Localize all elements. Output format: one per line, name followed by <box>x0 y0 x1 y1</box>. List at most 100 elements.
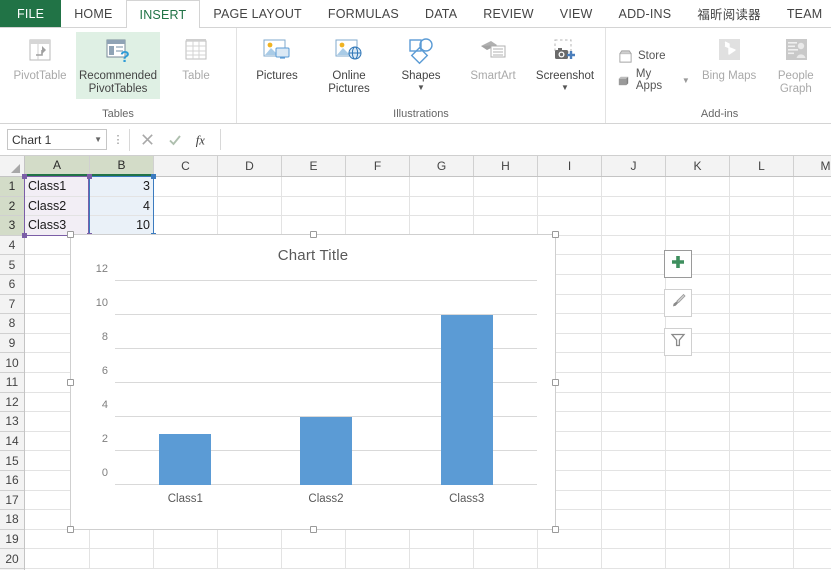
vertical-dots-icon[interactable]: ⋮ <box>107 133 129 146</box>
cell-H1[interactable] <box>474 177 538 197</box>
cell-K15[interactable] <box>666 451 730 471</box>
cell-M15[interactable] <box>794 451 831 471</box>
cell-M8[interactable] <box>794 314 831 334</box>
cell-I3[interactable] <box>538 216 602 236</box>
chart-elements-button[interactable] <box>664 250 692 278</box>
row-header-17[interactable]: 17 <box>0 491 24 511</box>
cell-L4[interactable] <box>730 235 794 256</box>
cell-A1[interactable]: Class1 <box>25 177 90 197</box>
cell-H3[interactable] <box>474 216 538 236</box>
cell-C1[interactable] <box>154 177 218 197</box>
chart-resize-handle[interactable] <box>552 231 559 238</box>
cell-J1[interactable] <box>602 177 666 197</box>
ribbon-tab--[interactable]: 福昕阅读器 <box>684 0 774 27</box>
ribbon-tab-formulas[interactable]: FORMULAS <box>315 0 412 27</box>
cell-E1[interactable] <box>282 177 346 197</box>
cell-K18[interactable] <box>666 510 730 530</box>
cell-K13[interactable] <box>666 412 730 432</box>
my-apps-dropdown-caret[interactable]: ▼ <box>682 76 690 85</box>
cell-F19[interactable] <box>346 529 410 550</box>
selection-handle[interactable] <box>151 174 156 179</box>
cell-J19[interactable] <box>602 529 666 550</box>
cell-M9[interactable] <box>794 334 831 354</box>
cell-F2[interactable] <box>346 196 410 217</box>
chart-filters-button[interactable] <box>664 328 692 356</box>
cell-L5[interactable] <box>730 255 794 275</box>
shapes-dropdown-caret[interactable]: ▼ <box>417 84 425 92</box>
insert-function-icon[interactable]: fx <box>190 129 216 150</box>
pivottable-button[interactable]: PivotTable <box>4 32 76 86</box>
row-header-7[interactable]: 7 <box>0 295 24 315</box>
row-header-6[interactable]: 6 <box>0 275 24 295</box>
column-header-L[interactable]: L <box>730 156 794 176</box>
column-header-F[interactable]: F <box>346 156 410 176</box>
column-header-K[interactable]: K <box>666 156 730 176</box>
column-header-D[interactable]: D <box>218 156 282 176</box>
chart-resize-handle[interactable] <box>310 526 317 533</box>
cell-C20[interactable] <box>154 549 218 569</box>
chart-object[interactable]: Chart Title 0 2 4 6 8 10 12 Class1 Class2 Class3 <box>67 231 559 533</box>
cell-M2[interactable] <box>794 197 831 217</box>
cell-A2[interactable]: Class2 <box>25 196 90 217</box>
ribbon-tab-add-ins[interactable]: ADD-INS <box>606 0 685 27</box>
row-header-10[interactable]: 10 <box>0 353 24 373</box>
cell-J14[interactable] <box>602 431 666 452</box>
cell-M5[interactable] <box>794 255 831 275</box>
name-box[interactable]: Chart 1 ▼ <box>7 129 107 150</box>
cell-K17[interactable] <box>666 490 730 511</box>
formula-input[interactable] <box>220 129 831 150</box>
selection-handle[interactable] <box>22 233 27 238</box>
cell-G19[interactable] <box>410 529 474 550</box>
cell-E20[interactable] <box>282 549 346 569</box>
cell-L1[interactable] <box>730 177 794 197</box>
cell-I2[interactable] <box>538 196 602 217</box>
column-header-E[interactable]: E <box>282 156 346 176</box>
cell-K14[interactable] <box>666 431 730 452</box>
cell-K16[interactable] <box>666 470 730 491</box>
cell-I20[interactable] <box>538 549 602 569</box>
chart-resize-handle[interactable] <box>310 231 317 238</box>
chart-resize-handle[interactable] <box>552 526 559 533</box>
cell-M3[interactable] <box>794 216 831 236</box>
column-header-C[interactable]: C <box>154 156 218 176</box>
screenshot-dropdown-caret[interactable]: ▼ <box>561 84 569 92</box>
cell-M10[interactable] <box>794 353 831 373</box>
chart-resize-handle[interactable] <box>552 379 559 386</box>
chart-bars[interactable] <box>115 281 537 485</box>
column-header-I[interactable]: I <box>538 156 602 176</box>
cell-J9[interactable] <box>602 333 666 354</box>
cell-J12[interactable] <box>602 392 666 413</box>
cell-L10[interactable] <box>730 353 794 373</box>
cell-M14[interactable] <box>794 432 831 452</box>
cell-J2[interactable] <box>602 196 666 217</box>
cell-E2[interactable] <box>282 196 346 217</box>
row-header-4[interactable]: 4 <box>0 236 24 256</box>
cell-K11[interactable] <box>666 372 730 393</box>
cell-C19[interactable] <box>154 529 218 550</box>
cell-H20[interactable] <box>474 549 538 569</box>
screenshot-button[interactable]: Screenshot ▼ <box>529 32 601 94</box>
column-header-M[interactable]: M <box>794 156 831 176</box>
cell-I1[interactable] <box>538 177 602 197</box>
cell-M17[interactable] <box>794 491 831 511</box>
cell-D1[interactable] <box>218 177 282 197</box>
cell-J15[interactable] <box>602 451 666 471</box>
cell-L20[interactable] <box>730 549 794 569</box>
cell-M12[interactable] <box>794 393 831 413</box>
cell-J18[interactable] <box>602 510 666 530</box>
cell-G1[interactable] <box>410 177 474 197</box>
cell-M20[interactable] <box>794 549 831 569</box>
cell-L7[interactable] <box>730 294 794 315</box>
ribbon-tab-team[interactable]: TEAM <box>774 0 831 27</box>
cell-H2[interactable] <box>474 196 538 217</box>
cell-D3[interactable] <box>218 216 282 236</box>
row-header-2[interactable]: 2 <box>0 196 24 217</box>
row-header-19[interactable]: 19 <box>0 530 24 550</box>
cell-K2[interactable] <box>666 196 730 217</box>
cell-L6[interactable] <box>730 274 794 295</box>
cell-J13[interactable] <box>602 412 666 432</box>
cell-L9[interactable] <box>730 333 794 354</box>
cell-B19[interactable] <box>90 529 154 550</box>
cell-L13[interactable] <box>730 412 794 432</box>
cell-K3[interactable] <box>666 216 730 236</box>
